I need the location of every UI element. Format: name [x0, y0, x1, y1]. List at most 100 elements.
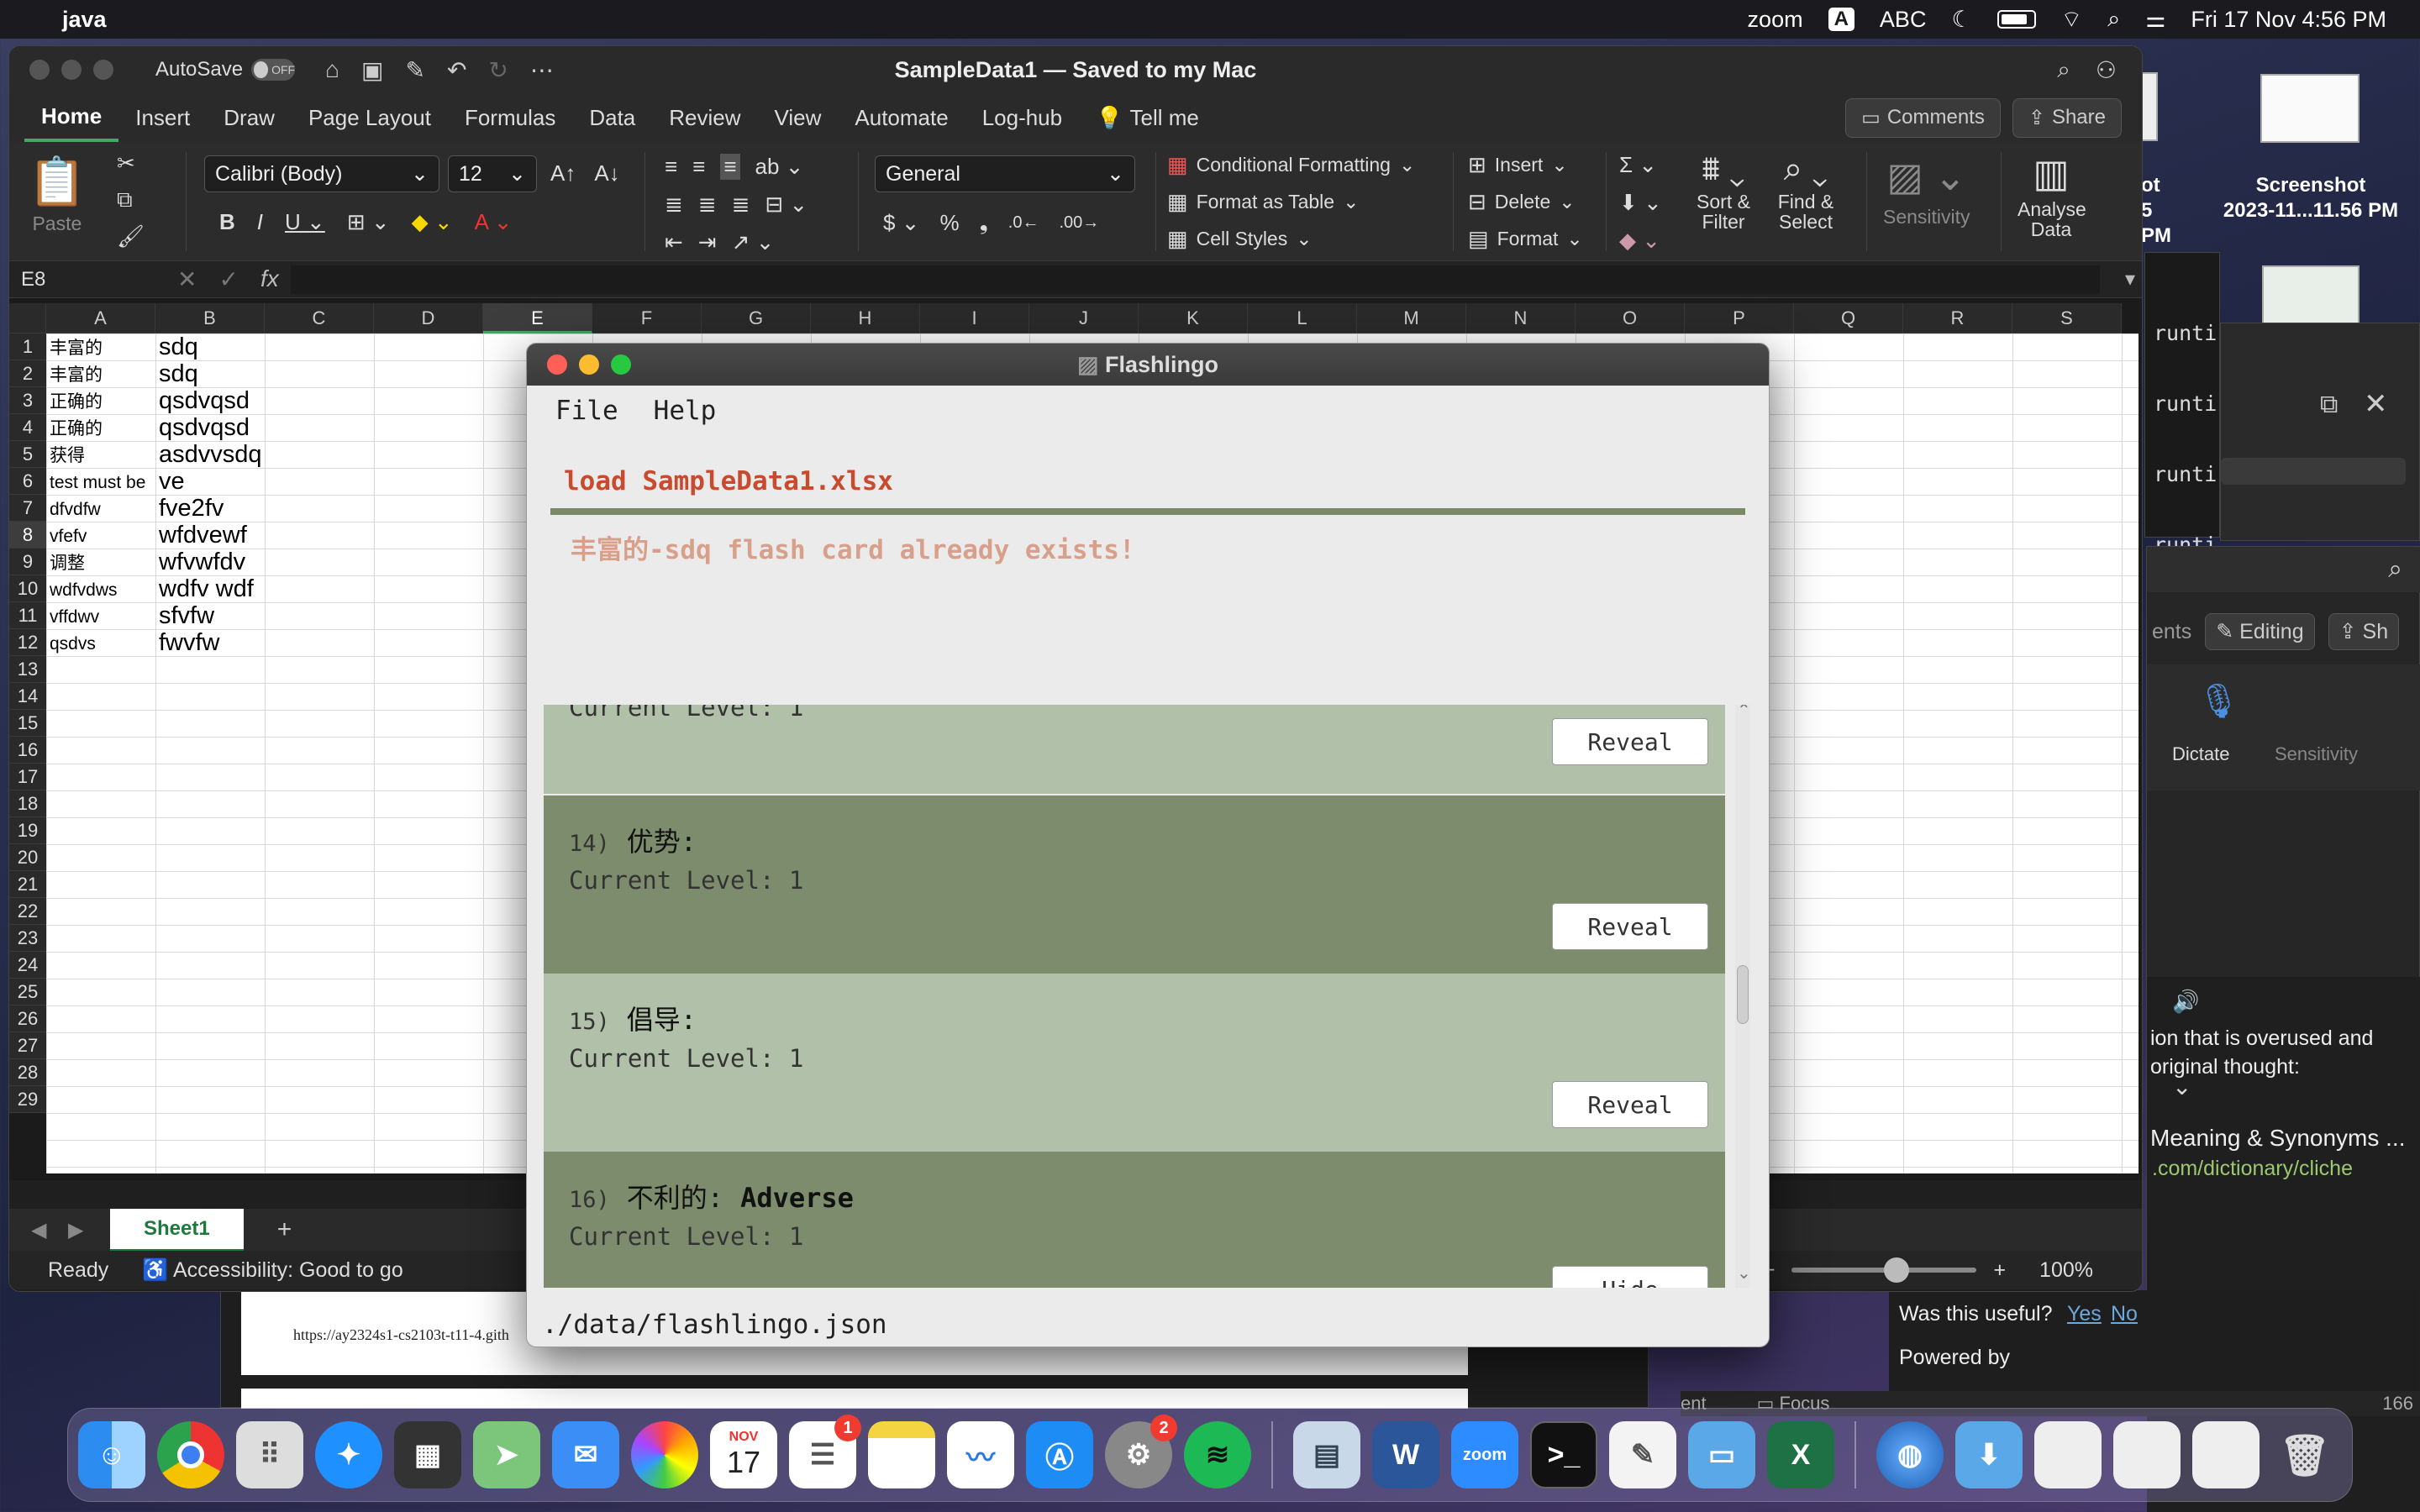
column-header-o[interactable]: O: [1576, 303, 1685, 333]
cell-a[interactable]: wdfvdws: [46, 575, 155, 602]
clear-icon[interactable]: ◆ ⌄: [1619, 228, 1660, 254]
cell-b[interactable]: wfvwfdv: [155, 549, 265, 575]
column-header-s[interactable]: S: [2012, 303, 2122, 333]
row-header-23[interactable]: 23: [9, 925, 46, 952]
column-header-k[interactable]: K: [1139, 303, 1248, 333]
insert-cells-button[interactable]: ⊞ Insert ⌄: [1468, 152, 1568, 178]
column-header-n[interactable]: N: [1466, 303, 1576, 333]
moon-icon[interactable]: ☾: [1951, 7, 1971, 33]
row-header-22[interactable]: 22: [9, 898, 46, 925]
row-header-7[interactable]: 7: [9, 495, 46, 522]
preview-icon[interactable]: ▤: [1293, 1421, 1360, 1488]
row-header-10[interactable]: 10: [9, 575, 46, 602]
cell-b[interactable]: fve2fv: [155, 495, 265, 522]
formula-input[interactable]: [291, 265, 2100, 294]
row-header-18[interactable]: 18: [9, 790, 46, 817]
recent-window-thumb-3[interactable]: [2192, 1421, 2260, 1488]
column-header-i[interactable]: I: [920, 303, 1029, 333]
underline-icon[interactable]: U ⌄: [285, 209, 325, 235]
downloads-folder-icon[interactable]: ⬇: [1955, 1421, 2023, 1488]
cell-a[interactable]: 调整: [46, 549, 155, 575]
cell-b[interactable]: qsdvqsd: [155, 387, 265, 414]
tab-formulas[interactable]: Formulas: [448, 93, 572, 142]
save-icon[interactable]: ▣: [361, 56, 383, 84]
maps-icon[interactable]: ➤: [473, 1421, 540, 1488]
safari-icon[interactable]: ✦: [315, 1421, 382, 1488]
search-icon[interactable]: ⌕: [2107, 6, 2120, 33]
expand-formula-icon[interactable]: ▾: [2125, 267, 2142, 291]
cell-a[interactable]: vffdwv: [46, 602, 155, 629]
fill-color-icon[interactable]: ◆ ⌄: [412, 209, 453, 235]
scroll-up-icon[interactable]: ⌃: [1737, 705, 1750, 721]
undo-icon[interactable]: ↶: [447, 56, 466, 84]
photos-icon[interactable]: [631, 1421, 698, 1488]
word-icon[interactable]: W: [1372, 1421, 1439, 1488]
sensitivity-button[interactable]: ▨ ⌄ Sensitivity: [1883, 154, 1970, 228]
share-partial[interactable]: ⇪ Sh: [2328, 613, 2400, 650]
row-header-15[interactable]: 15: [9, 710, 46, 737]
tab-insert[interactable]: Insert: [118, 93, 207, 142]
column-header-g[interactable]: G: [702, 303, 811, 333]
row-header-20[interactable]: 20: [9, 844, 46, 871]
tab-log-hub[interactable]: Log-hub: [965, 93, 1079, 142]
column-header-m[interactable]: M: [1357, 303, 1466, 333]
increase-decimal-icon[interactable]: .0←: [1008, 213, 1039, 233]
font-size-select[interactable]: 12 ⌄: [448, 155, 537, 192]
tab-data[interactable]: Data: [572, 93, 652, 142]
tab-review[interactable]: Review: [652, 93, 757, 142]
cell-a[interactable]: 丰富的: [46, 360, 155, 387]
sheet-tab-sheet1[interactable]: Sheet1: [110, 1208, 244, 1252]
menu-file[interactable]: File: [555, 396, 618, 426]
search-icon[interactable]: ⌕: [2388, 555, 2402, 584]
open-external-icon[interactable]: ⧉: [2320, 391, 2338, 419]
finder-icon[interactable]: ☺: [78, 1421, 145, 1488]
row-header-4[interactable]: 4: [9, 414, 46, 441]
analyse-data-button[interactable]: ▥ Analyse Data: [2018, 150, 2086, 239]
battery-icon[interactable]: [1996, 10, 2036, 29]
cell-b[interactable]: sdq: [155, 360, 265, 387]
prev-sheet-icon[interactable]: ◀: [31, 1218, 46, 1242]
name-box[interactable]: E8: [9, 268, 144, 291]
row-header-17[interactable]: 17: [9, 764, 46, 790]
comments-button[interactable]: ▭ Comments: [1845, 97, 2001, 138]
clock[interactable]: Fri 17 Nov 4:56 PM: [2191, 7, 2386, 33]
fill-icon[interactable]: ⬇ ⌄: [1619, 190, 1662, 216]
background-popup[interactable]: ⧉ ✕: [2220, 323, 2420, 541]
orientation-icon[interactable]: ↗ ⌄: [732, 229, 775, 255]
scrollbar-thumb[interactable]: [1737, 965, 1749, 1024]
input-source-badge[interactable]: A: [1828, 8, 1854, 31]
share-people-icon[interactable]: ⚇: [2096, 56, 2117, 84]
reveal-button[interactable]: Reveal: [1552, 718, 1708, 765]
find-select-button[interactable]: ⌕ ⌄ Find & Select: [1772, 150, 1839, 232]
cell-a[interactable]: qsdvs: [46, 629, 155, 656]
background-terminal[interactable]: runti runti runti runti: [2144, 252, 2220, 557]
zoom-button[interactable]: [93, 60, 113, 80]
calendar-icon[interactable]: NOV 17: [710, 1421, 777, 1488]
row-header-11[interactable]: 11: [9, 602, 46, 629]
tab-page-layout[interactable]: Page Layout: [292, 93, 448, 142]
row-header-19[interactable]: 19: [9, 817, 46, 844]
font-color-icon[interactable]: A ⌄: [475, 209, 513, 235]
next-sheet-icon[interactable]: ▶: [68, 1218, 83, 1242]
trash-icon[interactable]: 🗑: [2271, 1421, 2338, 1488]
align-top-icon[interactable]: ≡: [665, 154, 677, 180]
tab-automate[interactable]: Automate: [838, 93, 965, 142]
tell-me-search[interactable]: 💡 Tell me: [1079, 93, 1216, 142]
merge-icon[interactable]: ⊟ ⌄: [765, 192, 808, 218]
desktop-screenshot-thumb-2[interactable]: [2260, 74, 2360, 143]
spotify-icon[interactable]: ≋: [1184, 1421, 1251, 1488]
indent-increase-icon[interactable]: ⇥: [698, 229, 717, 255]
align-left-icon[interactable]: ≣: [665, 192, 683, 218]
textedit-icon[interactable]: ✎: [1609, 1421, 1676, 1488]
font-family-select[interactable]: Calibri (Body) ⌄: [204, 155, 439, 192]
cell-b[interactable]: sfvfw: [155, 602, 265, 629]
currency-icon[interactable]: $ ⌄: [883, 210, 919, 236]
zoom-percent[interactable]: 100%: [2039, 1258, 2093, 1283]
more-icon[interactable]: ⋯: [530, 56, 554, 84]
flashcard-scrollbar[interactable]: ⌃ ⌄: [1735, 705, 1750, 1288]
add-sheet-icon[interactable]: +: [277, 1215, 292, 1244]
zoom-menu-item[interactable]: zoom: [1748, 7, 1803, 33]
decrease-decimal-icon[interactable]: .00→: [1059, 213, 1099, 233]
scroll-down-icon[interactable]: ⌄: [1737, 1263, 1750, 1284]
save-as-icon[interactable]: ✎: [405, 56, 424, 84]
